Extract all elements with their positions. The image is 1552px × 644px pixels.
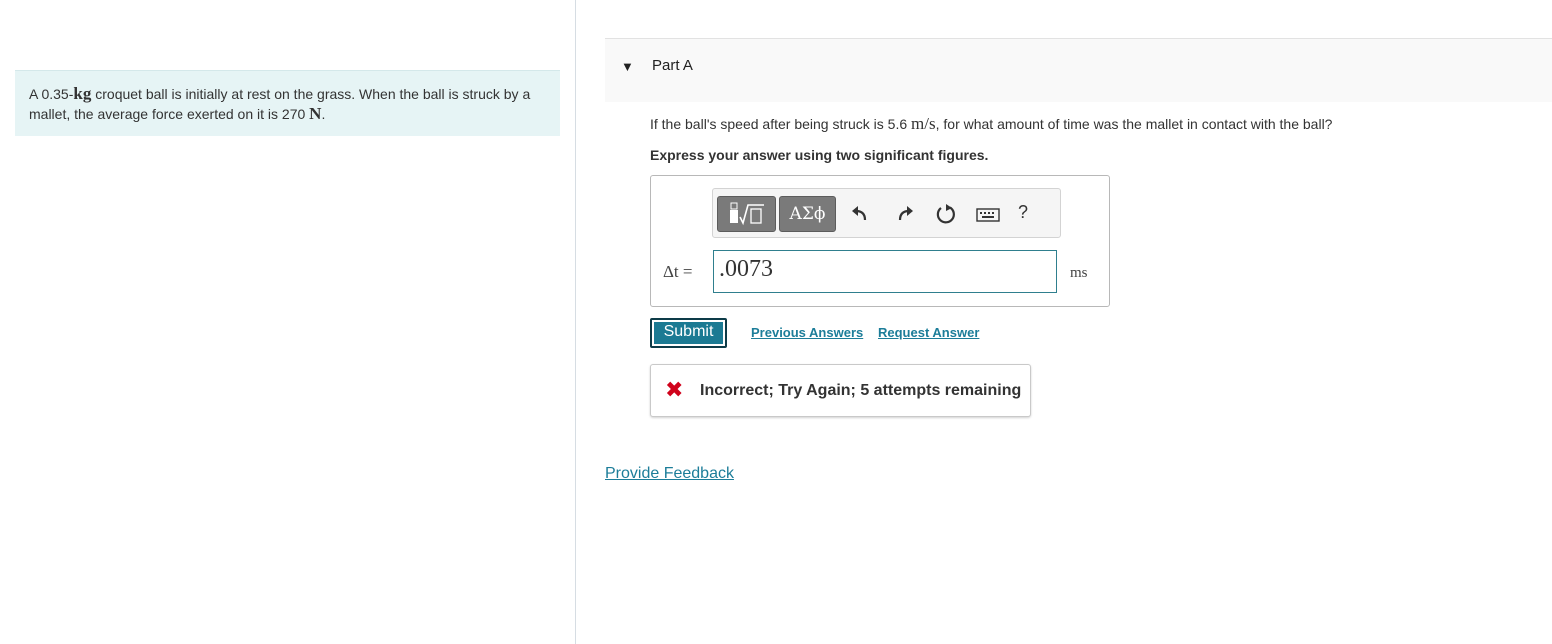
- problem-text-middle: croquet ball is initially at rest on the…: [29, 86, 531, 122]
- force-value: 270: [281, 106, 306, 122]
- part-a-header[interactable]: ▼ Part A: [605, 38, 1552, 102]
- request-answer-link[interactable]: Request Answer: [878, 325, 979, 340]
- keyboard-icon[interactable]: [976, 203, 1000, 225]
- question-end: , for what amount of time was the mallet…: [935, 116, 1333, 132]
- undo-icon[interactable]: [849, 203, 871, 225]
- variable-label: Δt =: [663, 262, 693, 281]
- templates-button[interactable]: [717, 196, 776, 232]
- help-icon[interactable]: ?: [1018, 202, 1028, 223]
- answer-instruction: Express your answer using two significan…: [650, 147, 989, 163]
- previous-answers-link[interactable]: Previous Answers: [751, 325, 863, 340]
- redo-icon[interactable]: [894, 203, 916, 225]
- problem-statement: A 0.35-kg croquet ball is initially at r…: [15, 70, 560, 136]
- force-unit: N: [309, 104, 322, 123]
- question-start: If the ball's speed after being struck i…: [650, 116, 912, 132]
- submit-button[interactable]: Submit: [650, 318, 727, 348]
- math-toolbar: ΑΣϕ ?: [712, 188, 1061, 238]
- pane-divider: [575, 0, 576, 644]
- feedback-text: Incorrect; Try Again; 5 attempts remaini…: [700, 382, 1022, 399]
- answer-box: ΑΣϕ ? Δt = .0073 ms: [650, 175, 1110, 307]
- reset-icon[interactable]: [935, 203, 957, 225]
- question-text: If the ball's speed after being struck i…: [650, 114, 1332, 134]
- incorrect-x-icon: ✖: [665, 377, 684, 402]
- symbols-button[interactable]: ΑΣϕ: [779, 196, 836, 232]
- problem-text-start: A: [29, 86, 42, 102]
- speed-unit: m/s: [911, 114, 936, 133]
- feedback-message-box: ✖ Incorrect; Try Again; 5 attempts remai…: [650, 364, 1031, 417]
- mass-unit: kg: [73, 84, 92, 103]
- answer-input[interactable]: .0073: [713, 250, 1057, 293]
- problem-text-end: .: [321, 106, 326, 122]
- provide-feedback-link[interactable]: Provide Feedback: [605, 465, 734, 483]
- templates-icon: [730, 202, 764, 226]
- answer-unit: ms: [1070, 265, 1088, 281]
- part-title: Part A: [652, 57, 693, 74]
- collapse-caret-icon[interactable]: ▼: [621, 59, 634, 74]
- mass-value: 0.35: [41, 86, 69, 102]
